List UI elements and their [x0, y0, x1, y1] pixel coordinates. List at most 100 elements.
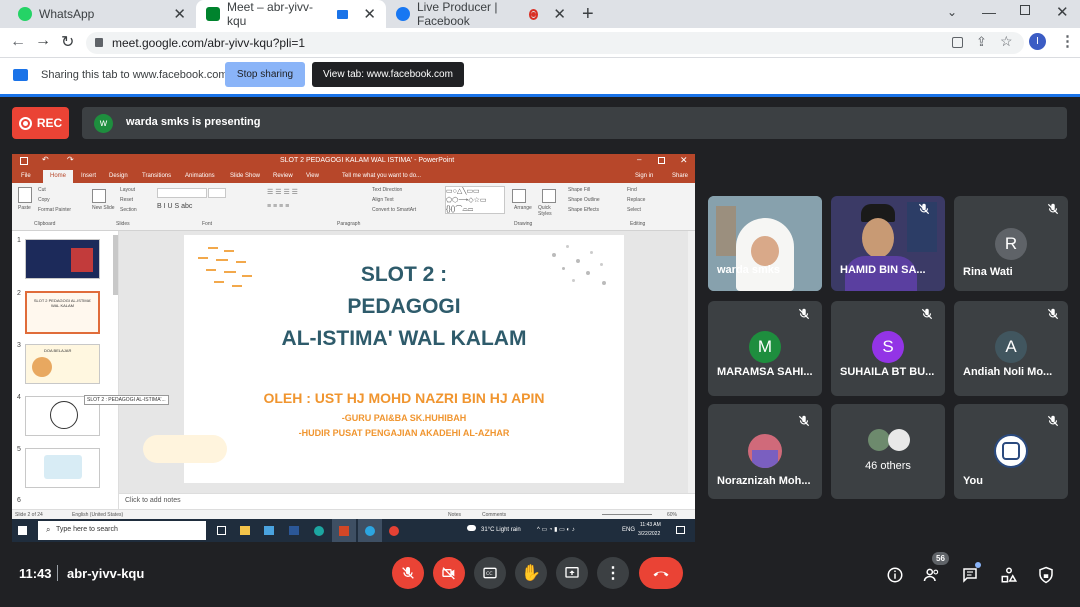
- back-icon[interactable]: ←: [10, 33, 26, 51]
- activities-button[interactable]: [999, 565, 1019, 585]
- chrome-icon[interactable]: [389, 526, 399, 536]
- restore-icon[interactable]: [1020, 5, 1030, 15]
- slide-scrollbar[interactable]: [688, 231, 695, 493]
- profile-avatar[interactable]: I: [1029, 33, 1046, 50]
- notes-toggle[interactable]: Notes: [448, 512, 461, 518]
- ribbon-tab-animations[interactable]: Animations: [185, 173, 215, 179]
- format-painter-button[interactable]: Format Painter: [38, 207, 71, 213]
- mic-toggle-button[interactable]: [392, 557, 424, 589]
- bookmark-star-icon[interactable]: ☆: [1000, 33, 1013, 50]
- layout-button[interactable]: Layout: [120, 187, 135, 193]
- ribbon-tab-view[interactable]: View: [306, 173, 319, 179]
- ribbon-tab-insert[interactable]: Insert: [81, 173, 96, 179]
- ribbon-tab-design[interactable]: Design: [109, 173, 128, 179]
- notes-pane[interactable]: Click to add notes: [119, 493, 695, 509]
- find-button[interactable]: Find: [627, 187, 637, 193]
- font-name-box[interactable]: [157, 188, 207, 198]
- redo-icon[interactable]: ↷: [67, 155, 74, 164]
- tell-me-search[interactable]: Tell me what you want to do...: [342, 173, 421, 179]
- font-size-box[interactable]: [208, 188, 226, 198]
- participant-tile-andiah[interactable]: A Andiah Noli Mo...: [954, 301, 1068, 396]
- people-button[interactable]: [922, 565, 942, 585]
- select-button[interactable]: Select: [627, 207, 641, 213]
- arrange-icon[interactable]: [512, 189, 526, 203]
- tab-search-icon[interactable]: ⌄: [947, 5, 957, 19]
- section-button[interactable]: Section: [120, 207, 137, 213]
- slide[interactable]: SLOT 2 : PEDAGOGI AL-ISTIMA' WAL KALAM O…: [184, 235, 624, 483]
- chat-button[interactable]: [960, 565, 980, 585]
- close-tab-icon[interactable]: ✕: [363, 5, 376, 23]
- participant-tile-noraznizah[interactable]: Noraznizah Moh...: [708, 404, 822, 499]
- close-icon[interactable]: ✕: [680, 155, 688, 166]
- present-button[interactable]: [556, 557, 588, 589]
- reload-icon[interactable]: ↻: [61, 32, 74, 52]
- close-tab-icon[interactable]: ✕: [173, 5, 186, 23]
- align-text-button[interactable]: Align Text: [372, 197, 394, 203]
- powerpoint-taskbar-button[interactable]: [332, 519, 356, 542]
- comments-toggle[interactable]: Comments: [482, 512, 506, 518]
- camera-blocked-icon[interactable]: [952, 37, 963, 48]
- share-link[interactable]: Share: [672, 173, 688, 179]
- paste-icon[interactable]: [18, 187, 32, 203]
- ribbon-tab-file[interactable]: File: [21, 173, 31, 179]
- ribbon-tab-slideshow[interactable]: Slide Show: [230, 173, 260, 179]
- captions-button[interactable]: CC: [474, 557, 506, 589]
- shape-outline-button[interactable]: Shape Outline: [568, 197, 600, 203]
- sign-in-link[interactable]: Sign in: [635, 173, 653, 179]
- participant-tile-you[interactable]: You: [954, 404, 1068, 499]
- slide-thumbnail-1[interactable]: [25, 239, 100, 279]
- text-direction-button[interactable]: Text Direction: [372, 187, 402, 193]
- thumbnail-scrollbar[interactable]: [113, 235, 118, 295]
- font-format-buttons[interactable]: B I U S abc: [157, 203, 192, 210]
- stop-sharing-button[interactable]: Stop sharing: [225, 62, 305, 87]
- edge-icon[interactable]: [314, 526, 324, 536]
- participant-tile-rina[interactable]: R Rina Wati: [954, 196, 1068, 291]
- participant-tile-others[interactable]: 46 others: [831, 404, 945, 499]
- store-icon[interactable]: [264, 526, 274, 535]
- restore-icon[interactable]: [658, 157, 665, 164]
- minimize-icon[interactable]: —: [982, 4, 996, 20]
- new-tab-button[interactable]: +: [582, 3, 594, 26]
- word-icon[interactable]: [289, 526, 299, 535]
- file-explorer-icon[interactable]: [240, 526, 250, 535]
- leave-call-button[interactable]: [639, 557, 683, 589]
- minimize-icon[interactable]: –: [637, 155, 641, 164]
- language-indicator[interactable]: ENG: [622, 527, 635, 533]
- slide-thumbnail-5[interactable]: [25, 448, 100, 488]
- ribbon-tab-transitions[interactable]: Transitions: [142, 173, 171, 179]
- participant-tile-warda[interactable]: warda smks: [708, 196, 822, 291]
- replace-button[interactable]: Replace: [627, 197, 645, 203]
- tab-facebook[interactable]: Live Producer | Facebook ✕: [386, 0, 576, 28]
- ribbon-tab-home[interactable]: Home: [43, 170, 73, 183]
- shapes-gallery[interactable]: ▭○△╲▭▭ ⬠⬡⟶◇☆▭ {}()⌒⌓▭: [445, 186, 505, 214]
- share-icon[interactable]: ⇪: [976, 34, 987, 50]
- meeting-details-button[interactable]: [885, 565, 905, 585]
- participant-tile-suhaila[interactable]: S SUHAILA BT BU...: [831, 301, 945, 396]
- slide-thumbnail-3[interactable]: DOA BELAJAR: [25, 344, 100, 384]
- tab-meet[interactable]: Meet – abr-yivv-kqu ✕: [196, 0, 386, 28]
- forward-icon[interactable]: →: [35, 32, 51, 50]
- copy-button[interactable]: Copy: [38, 197, 50, 203]
- view-tab-button[interactable]: View tab: www.facebook.com: [312, 62, 464, 87]
- tab-whatsapp[interactable]: WhatsApp ✕: [8, 0, 196, 28]
- close-window-icon[interactable]: ✕: [1056, 3, 1069, 21]
- quick-styles-icon[interactable]: [542, 189, 556, 203]
- taskbar-search[interactable]: ⌕ Type here to search: [38, 521, 206, 540]
- shape-effects-button[interactable]: Shape Effects: [568, 207, 599, 213]
- more-options-button[interactable]: ⋮: [597, 557, 629, 589]
- address-bar[interactable]: meet.google.com/abr-yivv-kqu?pli=1 ⇪ ☆: [86, 32, 1024, 54]
- shape-fill-button[interactable]: Shape Fill: [568, 187, 590, 193]
- participant-tile-maramsa[interactable]: M MARAMSA SAHI...: [708, 301, 822, 396]
- close-tab-icon[interactable]: ✕: [553, 5, 566, 23]
- camera-toggle-button[interactable]: [433, 557, 465, 589]
- browser-menu-icon[interactable]: ⋮: [1060, 32, 1075, 50]
- bullets-buttons[interactable]: ☰ ☰ ☰ ☰: [267, 188, 298, 196]
- slide-thumbnail-2[interactable]: SLOT 2 PEDAGOGI AL-ISTIMA' WAL KALAM: [25, 291, 100, 334]
- reset-button[interactable]: Reset: [120, 197, 133, 203]
- zoom-slider[interactable]: [602, 514, 652, 515]
- undo-icon[interactable]: ↶: [42, 155, 49, 164]
- save-icon[interactable]: [20, 157, 28, 165]
- tray-icons[interactable]: ^ ▭ ◔ ▮ ▭ ◐ ♪: [537, 526, 575, 533]
- telegram-taskbar-button[interactable]: [358, 519, 382, 542]
- host-controls-button[interactable]: [1036, 565, 1056, 585]
